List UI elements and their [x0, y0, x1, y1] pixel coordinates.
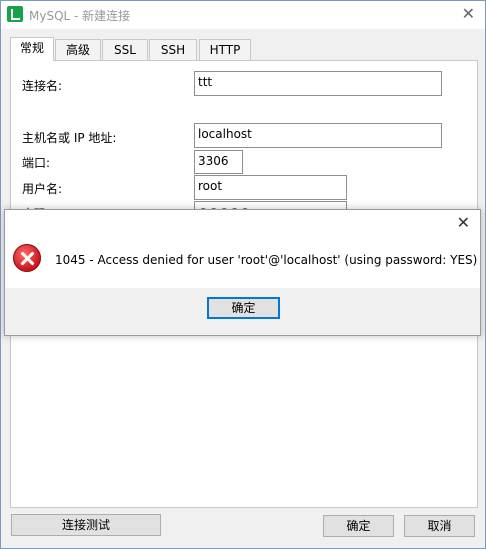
username-input[interactable]: root: [194, 175, 347, 200]
ok-button[interactable]: 确定: [323, 515, 394, 537]
tab-general[interactable]: 常规: [10, 37, 54, 61]
tab-http[interactable]: HTTP: [199, 39, 251, 60]
dialog-body: 1045 - Access denied for user 'root'@'lo…: [5, 240, 480, 295]
connection-name-label: 连接名:: [22, 79, 63, 93]
test-connection-button[interactable]: 连接测试: [11, 514, 161, 536]
window-title: MySQL - 新建连接: [29, 9, 131, 23]
tab-ssh[interactable]: SSH: [149, 39, 197, 60]
navicat-app-icon: [7, 6, 23, 22]
port-label: 端口:: [22, 156, 51, 170]
host-input[interactable]: localhost: [194, 123, 442, 148]
username-label: 用户名:: [22, 182, 63, 196]
error-icon: [13, 244, 41, 272]
connection-name-input[interactable]: ttt: [194, 71, 442, 96]
error-dialog: ✕ 1045 - Access denied for user 'root'@'…: [4, 209, 481, 336]
dialog-ok-button[interactable]: 确定: [207, 297, 280, 319]
dialog-close-icon[interactable]: ✕: [457, 213, 470, 232]
title-bar: MySQL - 新建连接 ✕: [1, 1, 485, 29]
host-label: 主机名或 IP 地址:: [22, 131, 117, 145]
tab-ssl[interactable]: SSL: [102, 39, 148, 60]
error-message: 1045 - Access denied for user 'root'@'lo…: [55, 253, 478, 267]
port-input[interactable]: 3306: [194, 150, 243, 174]
dialog-footer: 确定: [5, 288, 480, 335]
cancel-button[interactable]: 取消: [404, 515, 475, 537]
tab-advanced[interactable]: 高级: [55, 39, 101, 60]
close-icon[interactable]: ✕: [462, 5, 475, 23]
